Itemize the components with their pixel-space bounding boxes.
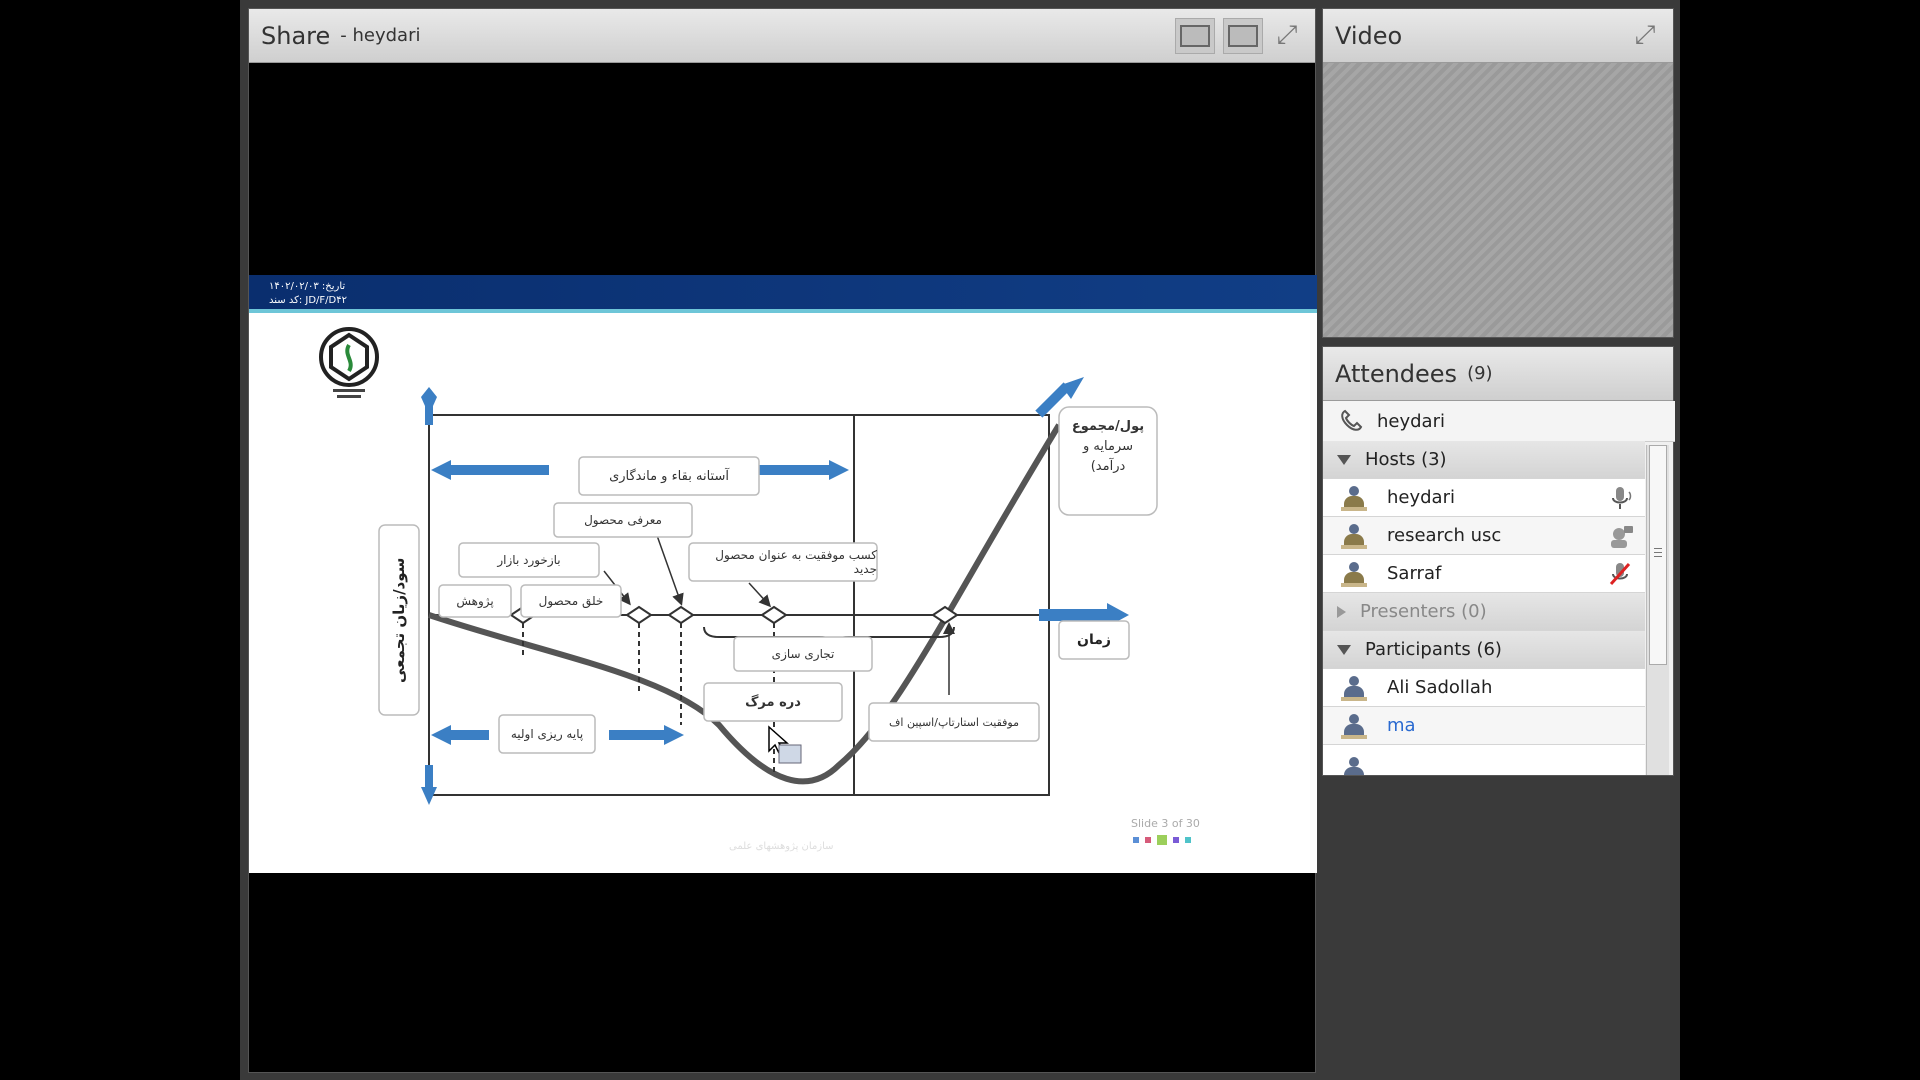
new-product-success-label: کسب موفقیت به عنوان محصول جدید [715, 548, 877, 576]
attendee-row[interactable]: Ali Sadollah [1323, 669, 1645, 707]
money-label: پول/مجموع سرمایه و درآمد) [1059, 417, 1157, 477]
money-label-line: پول/مجموع [1071, 419, 1145, 434]
slide-footer: سازمان پژوهشهای علمی [729, 841, 834, 852]
share-presenter-name: - heydari [340, 25, 421, 46]
money-label-line: درآمد) [1090, 459, 1126, 474]
threshold-label: آستانه بقاء و ماندگاری [609, 468, 729, 484]
hosts-group-label: Hosts (3) [1365, 449, 1447, 470]
product-creation-label: خلق محصول [538, 594, 604, 608]
host-user-icon [1341, 523, 1367, 549]
fit-width-button[interactable] [1175, 17, 1215, 54]
webcam-user-icon [1611, 525, 1633, 548]
fullscreen-icon[interactable]: ⤢ [1271, 20, 1303, 52]
attendee-name: heydari [1387, 487, 1455, 508]
chevron-down-icon [1337, 454, 1351, 465]
commercialization-label: تجاری سازی [771, 647, 835, 661]
attendee-name: Sarraf [1387, 563, 1442, 584]
death-valley-label: دره مرگ [745, 694, 801, 710]
slide-number: Slide 3 of 30 [1131, 817, 1200, 830]
presenters-group-header[interactable]: Presenters (0) [1323, 593, 1645, 631]
video-pod-header: Video ⤢ [1323, 9, 1673, 63]
video-pod: Video ⤢ [1322, 8, 1674, 338]
attendee-name: research usc [1387, 525, 1502, 546]
video-pod-title: Video [1335, 21, 1403, 50]
host-user-icon [1341, 485, 1367, 511]
attendees-scrollbar[interactable] [1646, 445, 1669, 775]
user-icon [1341, 756, 1367, 775]
monitor-icon [1228, 24, 1258, 47]
attendees-count: (9) [1467, 363, 1493, 384]
product-intro-label: معرفی محصول [584, 513, 662, 527]
money-label-line: سرمایه و [1083, 439, 1133, 454]
presenters-group-label: Presenters (0) [1360, 601, 1487, 622]
video-area [1323, 63, 1673, 337]
attendee-name: ma [1387, 715, 1416, 736]
user-icon [1341, 675, 1367, 701]
share-content: تاریخ: ۱۴۰۲/۰۲/۰۳ کد سند: JD/F/D۴۲ سود/ز… [249, 63, 1317, 1072]
hosts-group-header[interactable]: Hosts (3) [1323, 441, 1645, 479]
microphone-muted-icon [1609, 562, 1631, 585]
attendee-row[interactable]: heydari [1323, 479, 1645, 517]
attendee-row[interactable]: Sarraf [1323, 555, 1645, 593]
share-pod-title: Share [261, 21, 331, 50]
share-pod: Share - heydari ⤢ تاریخ: ۱۴۰۲/۰۲/۰۳ کد س… [248, 8, 1317, 1073]
host-user-icon [1341, 561, 1367, 587]
phone-icon [1341, 409, 1363, 431]
market-feedback-label: بازخورد بازار [497, 553, 561, 567]
empty-pod-area [1322, 776, 1674, 1076]
adobe-connect-meeting: Share - heydari ⤢ تاریخ: ۱۴۰۲/۰۲/۰۳ کد س… [240, 0, 1680, 1080]
startup-success-label: موفقیت استارتاپ/اسپین اف [889, 715, 1019, 729]
monitor-icon [1180, 24, 1210, 47]
attendees-pod: Attendees (9) heydari Hosts (3) heydari … [1322, 346, 1675, 776]
participants-group-label: Participants (6) [1365, 639, 1502, 660]
my-name: heydari [1377, 410, 1445, 432]
research-label: پژوهش [456, 594, 494, 608]
scrollbar-thumb[interactable] [1649, 445, 1667, 665]
fullscreen-icon[interactable]: ⤢ [1629, 20, 1661, 52]
actual-size-button[interactable] [1223, 17, 1263, 54]
seed-label: پایه ریزی اولیه [510, 727, 584, 741]
share-pod-header: Share - heydari ⤢ [249, 9, 1315, 63]
shared-slide: تاریخ: ۱۴۰۲/۰۲/۰۳ کد سند: JD/F/D۴۲ سود/ز… [249, 275, 1317, 873]
attendee-row-partial[interactable] [1323, 745, 1645, 775]
microphone-speaking-icon [1612, 486, 1632, 509]
attendee-row[interactable]: research usc [1323, 517, 1645, 555]
chevron-right-icon [1337, 605, 1346, 618]
user-icon [1341, 713, 1367, 739]
attendees-title: Attendees [1335, 359, 1458, 388]
participants-group-header[interactable]: Participants (6) [1323, 631, 1645, 669]
my-status-row[interactable]: heydari [1323, 401, 1675, 442]
attendee-row[interactable]: ma [1323, 707, 1645, 745]
chevron-down-icon [1337, 644, 1351, 655]
attendee-name: Ali Sadollah [1387, 677, 1493, 698]
slide-color-dots [1133, 835, 1191, 845]
x-axis-label: زمان [1077, 632, 1111, 648]
attendees-pod-header: Attendees (9) [1323, 347, 1673, 401]
y-axis-label: سود/زیان تجمعی [390, 557, 408, 683]
